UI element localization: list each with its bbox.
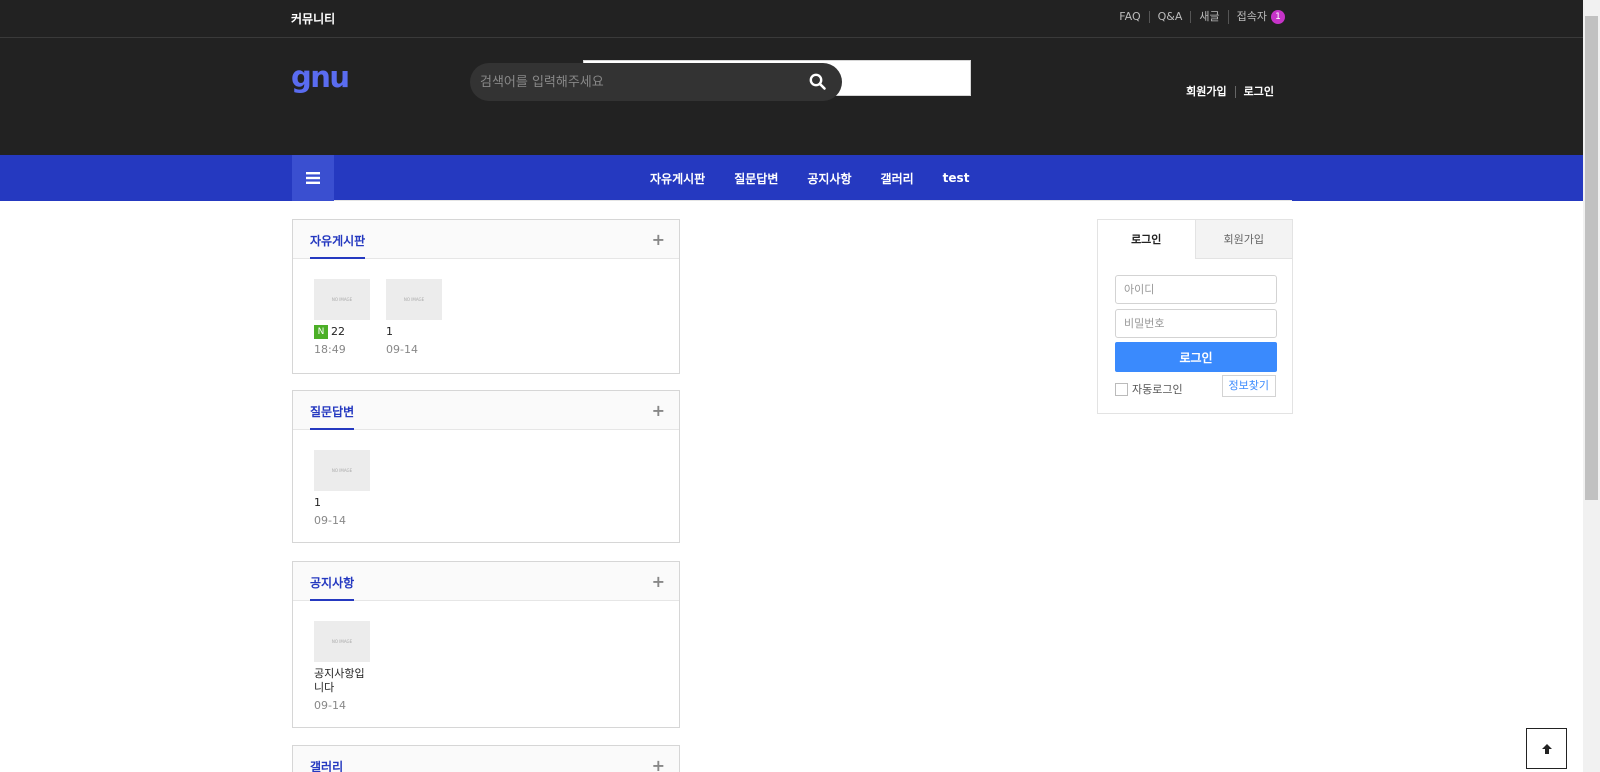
top-links: FAQ Q&A 새글 접속자 1 xyxy=(1111,10,1293,24)
board-body: NO IMAGE N 22 18:49 NO IMAGE 1 09-14 xyxy=(293,259,679,372)
tab-register[interactable]: 회원가입 xyxy=(1194,220,1292,259)
vertical-scrollbar[interactable] xyxy=(1583,0,1600,772)
header-links: 회원가입 로그인 xyxy=(1178,86,1282,98)
post-thumbnail[interactable]: NO IMAGE xyxy=(386,279,442,320)
nav-item-qna[interactable]: 질문답변 xyxy=(734,170,778,187)
search-input[interactable] xyxy=(470,63,790,101)
nav-item-free-board[interactable]: 자유게시판 xyxy=(650,170,705,187)
post-thumbnail[interactable]: NO IMAGE xyxy=(314,621,370,662)
post-title[interactable]: 1 xyxy=(386,325,442,339)
board-body: NO IMAGE 1 09-14 xyxy=(293,430,679,543)
post-thumbnail[interactable]: NO IMAGE xyxy=(314,279,370,320)
board-title[interactable]: 질문답변 xyxy=(310,403,355,430)
board-more-button[interactable]: + xyxy=(652,401,665,420)
auto-login-label[interactable]: 자동로그인 xyxy=(1132,381,1183,397)
nav-item-notice[interactable]: 공지사항 xyxy=(807,170,851,187)
top-bar: 커뮤니티 FAQ Q&A 새글 접속자 1 xyxy=(0,0,1583,38)
faq-link[interactable]: FAQ xyxy=(1111,11,1148,23)
hamburger-icon xyxy=(306,172,320,184)
list-item: NO IMAGE 1 09-14 xyxy=(386,279,442,356)
login-link[interactable]: 로그인 xyxy=(1234,86,1282,98)
board-title[interactable]: 공지사항 xyxy=(310,574,355,601)
find-info-button[interactable]: 정보찾기 xyxy=(1221,375,1276,397)
scroll-top-button[interactable] xyxy=(1526,728,1567,769)
tab-login[interactable]: 로그인 xyxy=(1098,220,1195,259)
auto-login: 자동로그인 xyxy=(1115,381,1183,397)
search-icon xyxy=(809,73,826,90)
nav-items: 자유게시판 질문답변 공지사항 갤러리 test xyxy=(650,155,998,201)
post-date: 09-14 xyxy=(314,699,346,712)
scrollbar-thumb[interactable] xyxy=(1585,16,1598,500)
qna-link[interactable]: Q&A xyxy=(1148,11,1191,23)
board-more-button[interactable]: + xyxy=(652,572,665,591)
header: gnuboard 회원가입 로그인 xyxy=(0,38,1583,155)
post-title[interactable]: N 22 xyxy=(314,325,370,339)
board-header: 공지사항 + xyxy=(293,562,679,601)
visitor-count-badge: 1 xyxy=(1271,10,1285,24)
login-box: 로그인 회원가입 로그인 자동로그인 정보찾기 xyxy=(1097,219,1293,414)
board-header: 자유게시판 + xyxy=(293,220,679,259)
post-date: 09-14 xyxy=(386,343,418,356)
no-image-text: NO IMAGE xyxy=(331,468,353,473)
search-button[interactable] xyxy=(808,72,828,92)
visitors-label: 접속자 xyxy=(1236,10,1267,23)
post-title[interactable]: 1 xyxy=(314,496,370,510)
register-link[interactable]: 회원가입 xyxy=(1178,86,1234,98)
board-qna: 질문답변 + NO IMAGE 1 09-14 xyxy=(292,390,680,543)
post-date: 18:49 xyxy=(314,343,346,356)
board-more-button[interactable]: + xyxy=(652,756,665,772)
no-image-text: NO IMAGE xyxy=(403,297,425,302)
post-date: 09-14 xyxy=(314,514,346,527)
community-label[interactable]: 커뮤니티 xyxy=(291,10,335,27)
auto-login-checkbox[interactable] xyxy=(1115,382,1128,396)
board-header: 갤러리 + xyxy=(293,746,679,772)
nav-inner: 자유게시판 질문답변 공지사항 갤러리 test xyxy=(292,155,1292,201)
no-image-text: NO IMAGE xyxy=(331,639,353,644)
logo-gnu-text: gnu xyxy=(291,60,350,94)
search-box xyxy=(470,63,842,101)
post-title-text: 22 xyxy=(331,325,345,338)
password-field[interactable] xyxy=(1115,309,1277,338)
id-field[interactable] xyxy=(1115,275,1277,304)
list-item: NO IMAGE N 22 18:49 xyxy=(314,279,370,356)
menu-button[interactable] xyxy=(292,155,334,201)
login-button[interactable]: 로그인 xyxy=(1115,342,1277,372)
arrow-up-icon xyxy=(1541,743,1552,754)
login-tabs: 로그인 회원가입 xyxy=(1098,220,1292,259)
visitors-link[interactable]: 접속자 1 xyxy=(1227,10,1293,24)
board-title[interactable]: 갤러리 xyxy=(310,758,343,772)
board-gallery: 갤러리 + xyxy=(292,745,680,772)
nav-item-test[interactable]: test xyxy=(943,171,970,185)
nav-item-gallery[interactable]: 갤러리 xyxy=(881,170,914,187)
post-thumbnail[interactable]: NO IMAGE xyxy=(314,450,370,491)
board-header: 질문답변 + xyxy=(293,391,679,430)
main-nav: 자유게시판 질문답변 공지사항 갤러리 test xyxy=(0,155,1583,201)
board-title[interactable]: 자유게시판 xyxy=(310,232,366,259)
new-badge: N xyxy=(314,325,328,339)
list-item: NO IMAGE 1 09-14 xyxy=(314,450,370,527)
no-image-text: NO IMAGE xyxy=(331,297,353,302)
board-notice: 공지사항 + NO IMAGE 공지사항입니다 09-14 xyxy=(292,561,680,728)
new-posts-link[interactable]: 새글 xyxy=(1190,11,1227,23)
list-item: NO IMAGE 공지사항입니다 09-14 xyxy=(314,621,370,712)
post-title[interactable]: 공지사항입니다 xyxy=(314,667,370,695)
gnuboard-logo[interactable]: gnuboard xyxy=(291,60,971,96)
board-free: 자유게시판 + NO IMAGE N 22 18:49 NO IMAGE 1 09… xyxy=(292,219,680,374)
board-body: NO IMAGE 공지사항입니다 09-14 xyxy=(293,601,679,728)
board-more-button[interactable]: + xyxy=(652,230,665,249)
